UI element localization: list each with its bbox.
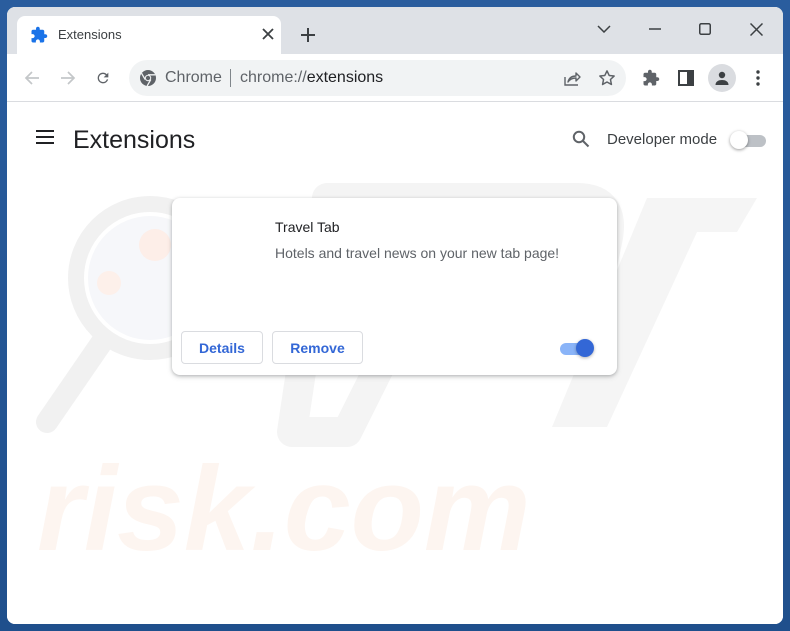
extension-name: Travel Tab (275, 219, 340, 235)
watermark-text: risk.com (37, 442, 531, 576)
hamburger-menu-icon[interactable] (33, 125, 57, 149)
toolbar: Chrome chrome://extensions (7, 54, 783, 102)
title-bar: Extensions (7, 7, 783, 54)
toggle-knob (730, 131, 748, 149)
tab-close-icon[interactable] (257, 23, 279, 45)
omnibox-separator (230, 69, 231, 87)
developer-mode-toggle[interactable] (730, 131, 766, 149)
remove-button[interactable]: Remove (272, 331, 363, 364)
tab-title: Extensions (58, 27, 122, 42)
maximize-icon[interactable] (687, 14, 723, 44)
extension-enable-toggle[interactable] (560, 339, 596, 357)
address-bar[interactable]: Chrome chrome://extensions (129, 60, 626, 96)
share-icon[interactable] (559, 66, 585, 90)
side-panel-icon[interactable] (672, 64, 700, 92)
tab-extensions[interactable]: Extensions (17, 16, 281, 54)
chevron-down-icon[interactable] (586, 14, 622, 44)
extensions-puzzle-icon[interactable] (637, 64, 665, 92)
forward-icon[interactable] (53, 63, 83, 93)
minimize-icon[interactable] (637, 14, 673, 44)
url-scheme: chrome:// (240, 69, 307, 86)
reload-icon[interactable] (88, 63, 118, 93)
new-tab-button[interactable] (296, 23, 320, 47)
puzzle-icon (30, 26, 48, 44)
developer-mode-label: Developer mode (607, 131, 718, 148)
chrome-logo-icon (139, 69, 157, 87)
search-icon[interactable] (569, 127, 593, 151)
extensions-page: risk.com Extensions Developer mode Trave… (7, 102, 783, 624)
url-path: extensions (306, 69, 384, 86)
page-title: Extensions (73, 126, 196, 154)
bookmark-star-icon[interactable] (594, 66, 620, 90)
more-menu-icon[interactable] (744, 64, 772, 92)
browser-window: Extensions Chrome chrome://extensions ri… (7, 7, 783, 624)
back-icon[interactable] (17, 63, 47, 93)
details-button[interactable]: Details (181, 331, 263, 364)
profile-avatar-icon[interactable] (708, 64, 736, 92)
extension-description: Hotels and travel news on your new tab p… (275, 245, 560, 261)
toggle-knob (576, 339, 594, 357)
site-label: Chrome (165, 69, 222, 86)
extension-card: Travel Tab Hotels and travel news on you… (172, 198, 617, 375)
close-icon[interactable] (738, 14, 774, 44)
url-text[interactable]: chrome://extensions (240, 69, 383, 87)
